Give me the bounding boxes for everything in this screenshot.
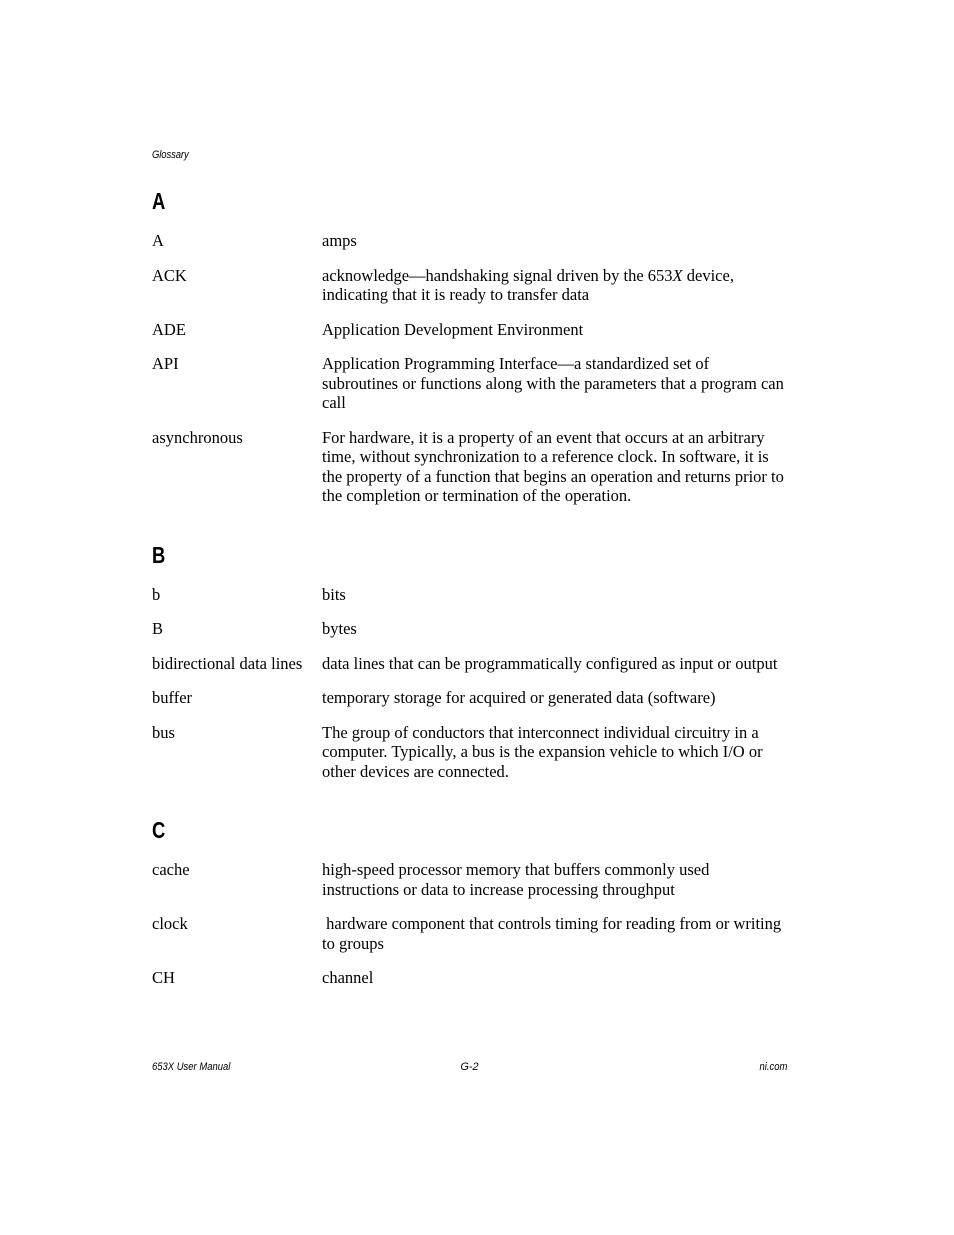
section-letter-heading: C [152,817,166,843]
glossary-section-a: A Aamps ACK acknowledge—handshaking signal … [152,190,784,506]
glossary-entry: bus The group of conductors that intercon… [152,723,784,782]
glossary-term: CH [152,968,175,987]
glossary-entry-list: b bits Bbytes bidirectional data lines data … [152,585,784,782]
glossary-entry: cache high-speed processor memory that bu… [152,860,784,899]
glossary-definition: bytes [322,619,357,638]
glossary-term: B [152,619,164,638]
glossary-entry-list: Aamps ACK acknowledge—handshaking signal d… [152,231,784,506]
glossary-term: A [152,231,164,250]
glossary-definition: hardware component that controls timing … [322,914,786,953]
glossary-entry: asynchronous For hardware, it is a proper… [152,428,784,506]
glossary-definition: temporary storage for acquired or genera… [322,688,716,707]
glossary-definition: acknowledge—handshaking signal driven by… [322,266,784,305]
footer-website: ni.com [759,1061,787,1073]
page-footer: 653X User Manual G-2 ni.com [152,1061,787,1077]
glossary-term: ACK [152,265,187,285]
glossary-entry: ADE Application Development Environment [152,320,784,340]
glossary-section-b: Bb bits Bbytes bidirectional data lines data… [152,541,784,782]
glossary-entry: API Application Programming Interface—a s… [152,354,784,413]
glossary-definition: Application Programming Interface—a stan… [322,354,788,412]
running-head: Glossary [152,149,189,161]
glossary-term: b [152,584,161,604]
section-letter-heading: A [152,188,166,214]
glossary-term: API [152,354,179,373]
definition-text-pre: acknowledge—handshaking signal driven by… [322,265,673,285]
glossary-entry: ACK acknowledge—handshaking signal driven… [152,266,784,305]
glossary-term: bidirectional data lines [152,653,303,673]
document-page: Glossary A Aamps ACK acknowledge—handshakin… [0,0,954,1235]
glossary-term: clock [152,914,188,933]
glossary-definition: amps [322,231,357,250]
glossary-content: A Aamps ACK acknowledge—handshaking signal … [152,190,784,988]
glossary-definition: data lines that can be programmatically … [322,653,778,673]
footer-page-number: G-2 [460,1061,479,1073]
glossary-entry: Bbytes [152,619,784,639]
glossary-definition: high-speed processor memory that buffers… [322,860,714,899]
glossary-entry: b bits [152,585,784,605]
glossary-entry-list: cache high-speed processor memory that bu… [152,860,784,988]
glossary-term: ADE [152,319,186,339]
glossary-entry: Aamps [152,231,784,251]
glossary-entry: bidirectional data lines data lines that … [152,654,784,674]
glossary-term: buffer [152,688,193,707]
definition-italic-variable: X [672,265,683,285]
glossary-entry: CH channel [152,968,784,988]
glossary-definition: channel [322,968,374,987]
glossary-term: asynchronous [152,427,243,447]
glossary-definition: bits [322,584,346,604]
glossary-definition: Application Development Environment [322,319,584,339]
glossary-term: bus [152,722,175,742]
glossary-section-c: Ccache high-speed processor memory that b… [152,819,784,988]
glossary-term: cache [152,860,190,879]
glossary-definition: For hardware, it is a property of an eve… [322,427,788,506]
glossary-definition: The group of conductors that interconnec… [322,722,767,781]
section-letter-heading: B [152,541,166,568]
glossary-entry: clock hardware component that controls t… [152,914,784,953]
glossary-entry: buffer temporary storage for acquired or … [152,688,784,708]
